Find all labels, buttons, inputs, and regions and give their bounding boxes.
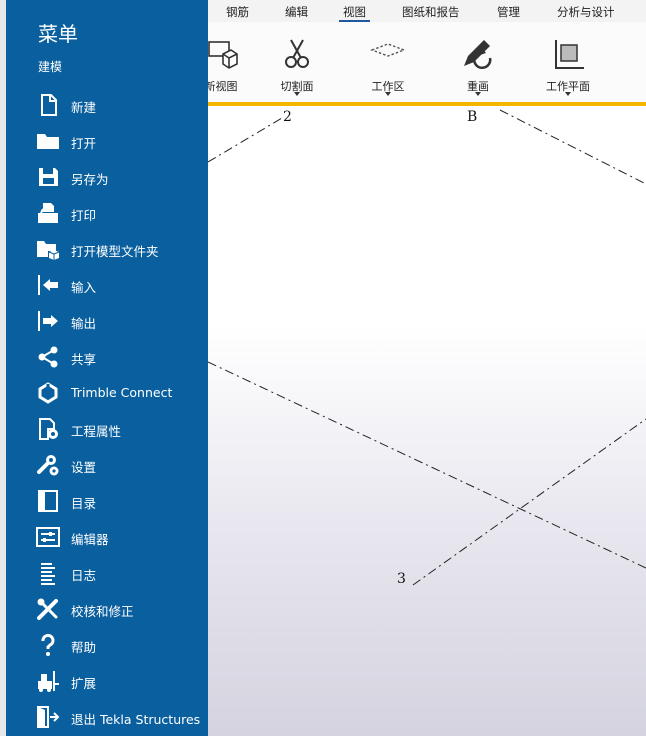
extensions-icon: [38, 671, 59, 692]
grid-line-2: [208, 117, 283, 163]
menu-item-save-as[interactable]: 另存为: [6, 160, 208, 194]
menu-item-editor[interactable]: 编辑器: [6, 520, 208, 554]
menu-item-label: 目录: [71, 496, 97, 511]
redraw-icon: [464, 40, 492, 70]
new-file-icon: [41, 94, 57, 116]
share-icon: [38, 346, 58, 368]
import-icon: [38, 275, 58, 295]
tab-drawings-reports[interactable]: 图纸和报告: [402, 4, 460, 20]
menu-item-log[interactable]: 日志: [6, 556, 208, 590]
menu-item-exit[interactable]: 退出 Tekla Structures: [6, 700, 208, 734]
editor-icon: [36, 527, 60, 547]
menu-item-catalog[interactable]: 目录: [6, 484, 208, 518]
log-icon: [41, 563, 55, 585]
menu-title: 菜单: [38, 22, 78, 46]
help-icon: [41, 633, 55, 656]
export-icon: [38, 311, 58, 331]
menu-item-label: 打印: [71, 208, 97, 223]
model-folder-icon: [37, 241, 60, 260]
save-icon: [39, 168, 58, 186]
menu-item-check-fix[interactable]: 校核和修正: [6, 592, 208, 626]
menu-item-open-model-folder[interactable]: 打开模型文件夹: [6, 232, 208, 266]
grid-line-a: [208, 361, 646, 569]
work-plane-dropdown-arrow[interactable]: [565, 92, 571, 96]
redraw-dropdown-arrow[interactable]: [475, 92, 481, 96]
menu-item-label: 打开模型文件夹: [71, 244, 159, 259]
scissors-icon: [285, 39, 309, 68]
menu-item-extensions[interactable]: 扩展: [6, 664, 208, 698]
grid-label-b: B: [467, 109, 478, 125]
tab-manage[interactable]: 管理: [497, 4, 520, 20]
menu-item-label: 扩展: [71, 676, 97, 691]
menu-item-project-properties[interactable]: 工程属性: [6, 412, 208, 446]
menu-item-new[interactable]: 新建: [6, 88, 208, 122]
menu-item-label: 共享: [71, 352, 97, 367]
menu-item-label: 新建: [71, 100, 97, 115]
menu-item-label: 输出: [71, 316, 97, 331]
work-plane-icon: [555, 40, 584, 69]
settings-icon: [37, 455, 59, 476]
menu-item-label: 退出 Tekla Structures: [71, 712, 201, 727]
work-area-dropdown-arrow[interactable]: [385, 92, 391, 96]
new-view-icon: [208, 41, 238, 69]
menu-item-trimble-connect[interactable]: Trimble Connect: [6, 376, 208, 410]
work-area-icon: [370, 43, 406, 57]
file-menu-panel: 菜单 建模 新建 打开 另存为 打印 打开模型文件夹 输入 输出 共享 Trim…: [0, 0, 208, 736]
menu-item-label: 校核和修正: [71, 604, 134, 619]
menu-item-share[interactable]: 共享: [6, 340, 208, 374]
menu-item-label: 工程属性: [71, 424, 122, 439]
grid-lines: [208, 109, 646, 586]
work-plane-button[interactable]: 工作平面: [533, 34, 603, 106]
menu-subtitle: 建模: [38, 60, 63, 74]
menu-item-import[interactable]: 输入: [6, 268, 208, 302]
catalog-icon: [38, 490, 58, 512]
menu-item-open[interactable]: 打开: [6, 124, 208, 158]
ribbon-tab-bar: 钢筋 编辑 视图 图纸和报告 管理 分析与设计: [208, 0, 646, 22]
exit-icon: [37, 706, 60, 728]
menu-item-label: Trimble Connect: [71, 385, 173, 400]
menu-item-label: 设置: [71, 460, 97, 475]
cut-plane-button[interactable]: 切割面: [262, 34, 332, 106]
grid-line-3: [412, 418, 646, 586]
tab-analysis-design[interactable]: 分析与设计: [557, 4, 615, 20]
menu-item-export[interactable]: 输出: [6, 304, 208, 338]
work-area-button[interactable]: 工作区: [353, 34, 423, 106]
menu-item-settings[interactable]: 设置: [6, 448, 208, 482]
menu-item-label: 编辑器: [71, 532, 109, 547]
app-window: 钢筋 编辑 视图 图纸和报告 管理 分析与设计 新视图 切割面 工作区 重画 工…: [0, 0, 646, 736]
menu-item-label: 帮助: [71, 640, 97, 655]
check-fix-icon: [37, 598, 58, 620]
grid-label-2: 2: [283, 109, 292, 125]
menu-item-label: 打开: [71, 136, 97, 151]
cut-plane-dropdown-arrow[interactable]: [294, 92, 300, 96]
tab-rebar[interactable]: 钢筋: [226, 4, 249, 20]
menu-item-label: 日志: [71, 568, 97, 583]
folder-icon: [37, 134, 59, 149]
redraw-button[interactable]: 重画: [443, 34, 513, 106]
tab-edit[interactable]: 编辑: [285, 4, 308, 20]
ribbon-panel: 新视图 切割面 工作区 重画 工作平面: [205, 22, 646, 106]
tab-view[interactable]: 视图: [339, 4, 370, 22]
grid-line-b: [499, 109, 646, 185]
grid-label-3: 3: [397, 571, 406, 587]
project-properties-icon: [39, 418, 58, 440]
menu-item-print[interactable]: 打印: [6, 196, 208, 230]
model-viewport[interactable]: 2 B 3: [208, 106, 646, 736]
menu-item-label: 另存为: [71, 172, 109, 187]
menu-item-help[interactable]: 帮助: [6, 628, 208, 662]
menu-item-label: 输入: [71, 280, 97, 295]
print-icon: [38, 203, 58, 223]
trimble-connect-icon: [38, 382, 58, 404]
